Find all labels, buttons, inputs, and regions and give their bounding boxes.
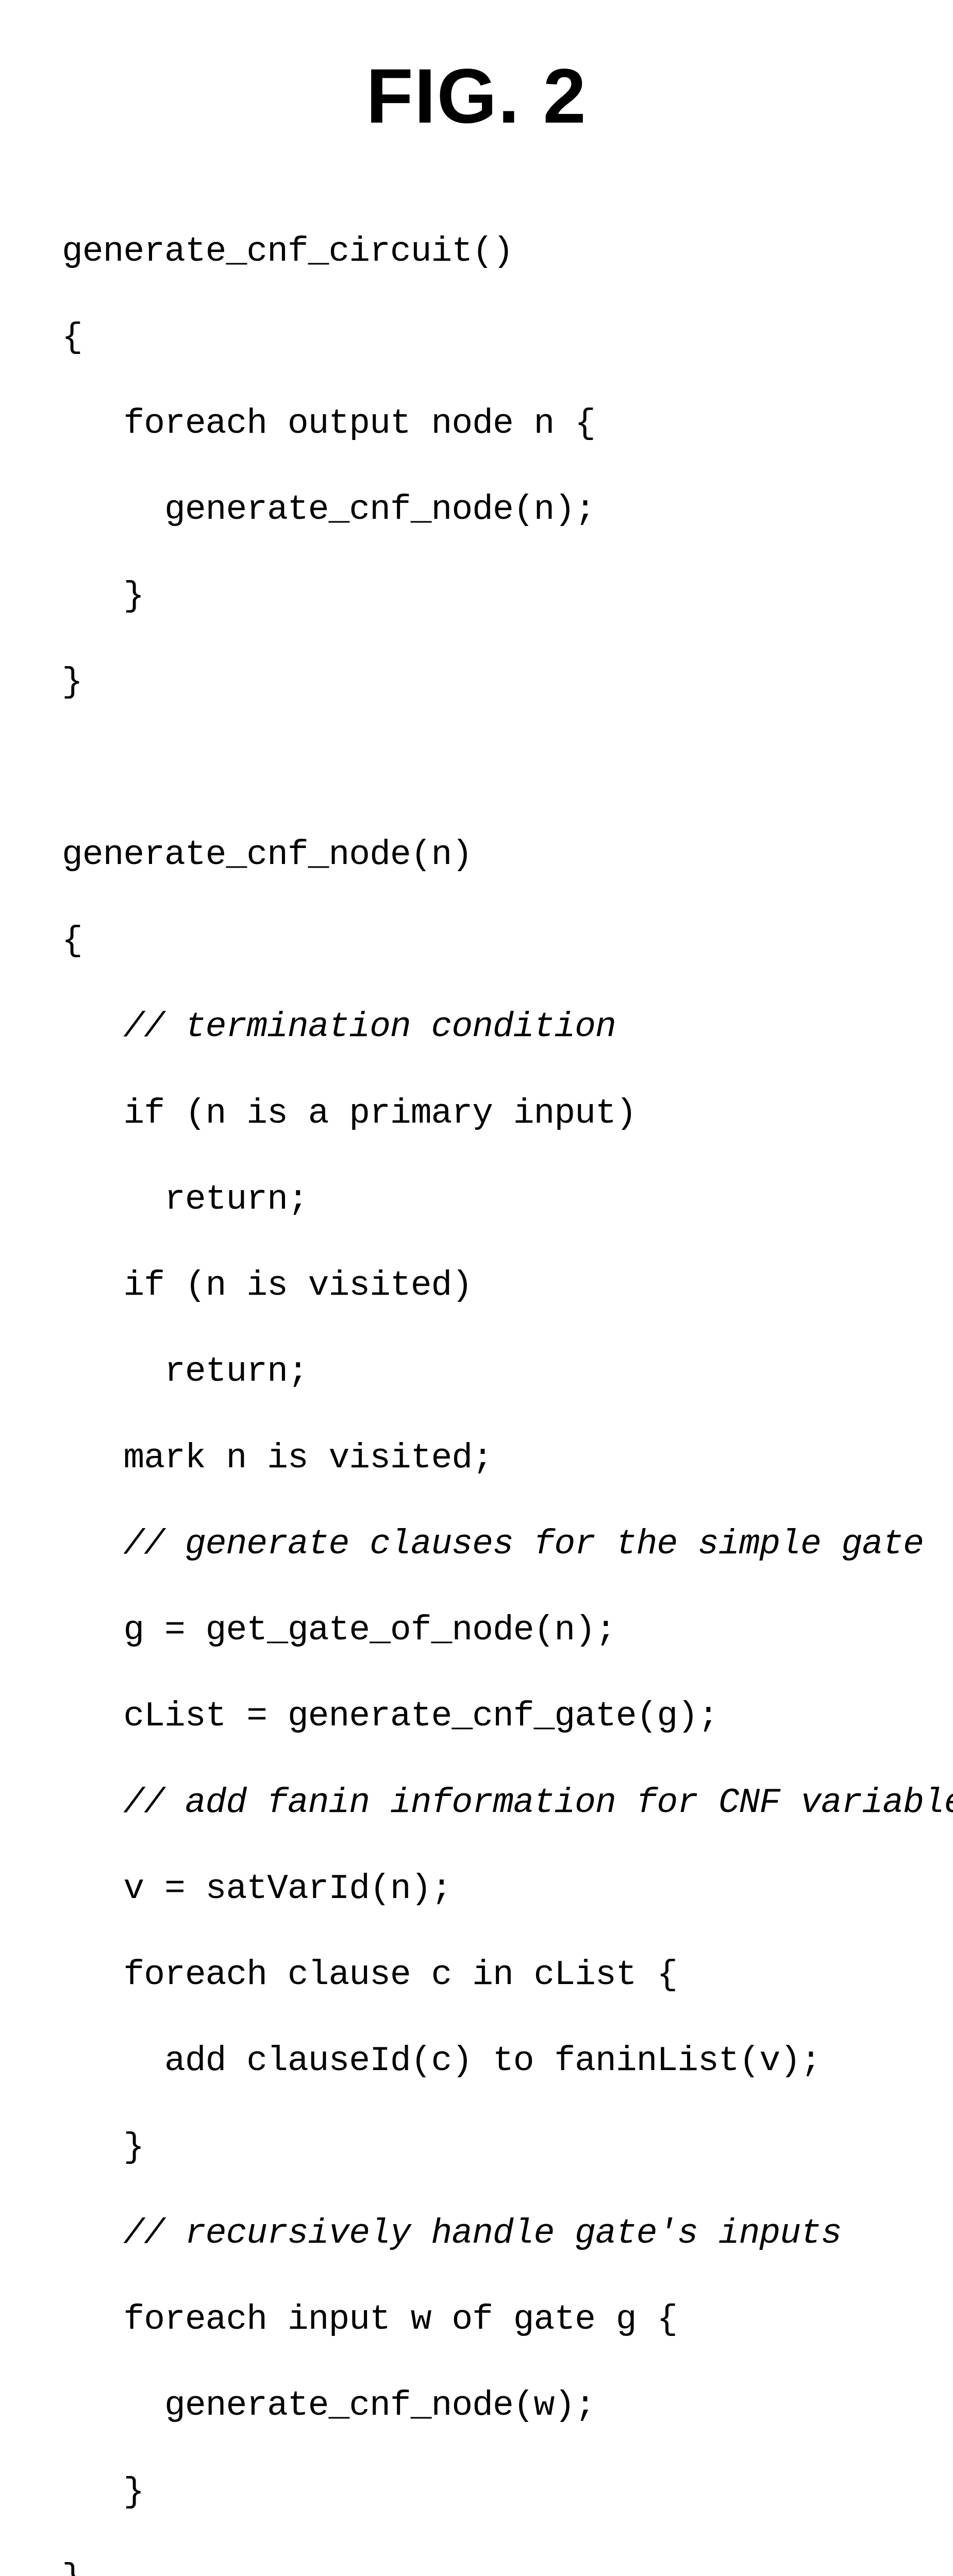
code-line: }: [62, 2471, 891, 2514]
code-line: generate_cnf_node(n): [62, 834, 891, 877]
code-line-comment: // generate clauses for the simple gate: [62, 1523, 891, 1566]
code-line: add clauseId(c) to faninList(v);: [62, 2040, 891, 2083]
code-line: {: [62, 316, 891, 360]
code-line: v = satVarId(n);: [62, 1868, 891, 1911]
blank-line: [62, 747, 891, 790]
page: FIG. 2 generate_cnf_circuit() { foreach …: [0, 0, 953, 2576]
code-line: }: [62, 575, 891, 618]
code-line: return;: [62, 1350, 891, 1394]
code-line: return;: [62, 1178, 891, 1222]
code-line: if (n is a primary input): [62, 1092, 891, 1136]
figure-title: FIG. 2: [62, 52, 891, 141]
code-line: {: [62, 920, 891, 963]
code-line: generate_cnf_circuit(): [62, 230, 891, 274]
code-line-comment: // termination condition: [62, 1006, 891, 1049]
code-line-comment: // recursively handle gate's inputs: [62, 2212, 891, 2256]
code-line: generate_cnf_node(n);: [62, 488, 891, 532]
code-line: g = get_gate_of_node(n);: [62, 1609, 891, 1652]
code-line: }: [62, 2557, 891, 2576]
code-line-comment: // add fanin information for CNF variabl…: [62, 1782, 891, 1825]
code-line: }: [62, 661, 891, 704]
code-line: foreach input w of gate g {: [62, 2298, 891, 2342]
code-line: mark n is visited;: [62, 1437, 891, 1480]
code-line: }: [62, 2126, 891, 2170]
code-listing: generate_cnf_circuit() { foreach output …: [62, 187, 891, 2576]
code-line: foreach clause c in cList {: [62, 1954, 891, 1997]
code-line: cList = generate_cnf_gate(g);: [62, 1695, 891, 1738]
code-line: if (n is visited): [62, 1264, 891, 1308]
code-line: foreach output node n {: [62, 402, 891, 446]
code-line: generate_cnf_node(w);: [62, 2384, 891, 2428]
